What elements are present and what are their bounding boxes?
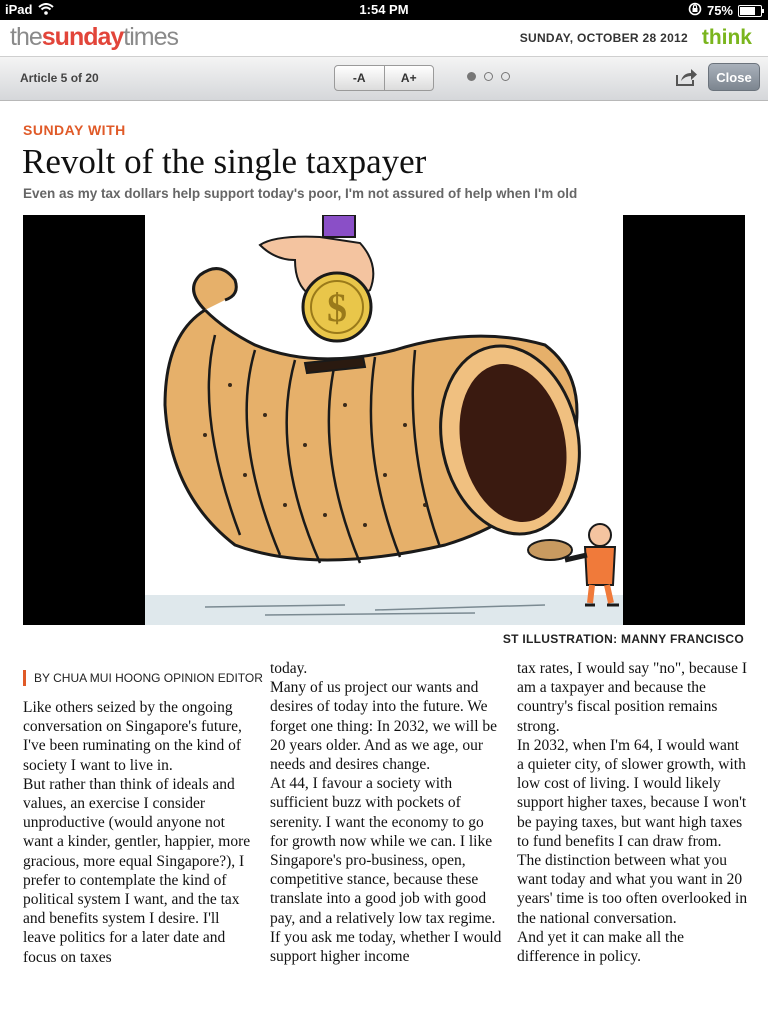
article-counter: Article 5 of 20 xyxy=(20,71,99,85)
issue-date: SUNDAY, OCTOBER 28 2012 xyxy=(519,31,688,45)
paragraph: And yet it can make all the difference i… xyxy=(517,928,684,966)
article-kicker: SUNDAY WITH xyxy=(23,122,126,138)
paragraph: In 2032, when I'm 64, I would want a qui… xyxy=(517,736,747,850)
paragraph: tax rates, I would say "no", because I a… xyxy=(517,660,748,735)
paragraph: today. xyxy=(270,660,308,677)
page-indicator[interactable] xyxy=(467,72,510,81)
battery-fill xyxy=(740,6,755,15)
byline: BY CHUA MUI HOONG OPINION EDITOR xyxy=(23,670,263,686)
status-bar: iPad 1:54 PM 75% xyxy=(0,0,768,20)
share-icon[interactable] xyxy=(674,66,698,88)
logo-sunday: sunday xyxy=(41,23,125,51)
body-column-2: today. Many of us project our wants and … xyxy=(270,659,502,966)
paragraph: At 44, I favour a society with sufficien… xyxy=(270,775,496,927)
body-column-1: Like others seized by the ongoing conver… xyxy=(23,698,255,967)
paragraph: Many of us project our wants and desires… xyxy=(270,679,498,774)
cornucopia-cartoon: $ xyxy=(145,215,623,625)
decrease-font-button[interactable]: -A xyxy=(335,66,384,90)
battery-percent: 75% xyxy=(706,3,733,18)
page-dot[interactable] xyxy=(484,72,493,81)
article-illustration[interactable]: $ xyxy=(23,215,745,625)
paragraph: Like others seized by the ongoing conver… xyxy=(23,699,242,774)
reader-toolbar: Article 5 of 20 -A A+ Close xyxy=(0,57,768,101)
increase-font-button[interactable]: A+ xyxy=(383,66,434,90)
page-dot[interactable] xyxy=(467,72,476,81)
font-size-control: -A A+ xyxy=(334,65,434,91)
body-column-3: tax rates, I would say "no", because I a… xyxy=(517,659,749,966)
logo-the: the xyxy=(10,23,43,51)
paragraph: The distinction between what you want to… xyxy=(517,852,748,927)
battery-icon xyxy=(738,4,764,17)
article-headline: Revolt of the single taxpayer xyxy=(22,142,427,181)
close-button[interactable]: Close xyxy=(708,63,760,91)
logo-times: times xyxy=(123,23,179,51)
section-name: think xyxy=(701,26,752,49)
svg-text:$: $ xyxy=(327,285,347,330)
sunday-times-logo[interactable]: thesundaytimes xyxy=(10,23,179,52)
page-dot[interactable] xyxy=(501,72,510,81)
paragraph: If you ask me today, whether I would sup… xyxy=(270,928,502,966)
article-standfirst: Even as my tax dollars help support toda… xyxy=(23,186,578,201)
clock: 1:54 PM xyxy=(359,2,409,17)
illustration-credit: ST ILLUSTRATION: MANNY FRANCISCO xyxy=(502,632,744,646)
paragraph: But rather than think of ideals and valu… xyxy=(23,775,251,966)
masthead: thesundaytimes SUNDAY, OCTOBER 28 2012 t… xyxy=(0,20,768,57)
rotation-lock-icon xyxy=(688,2,702,19)
